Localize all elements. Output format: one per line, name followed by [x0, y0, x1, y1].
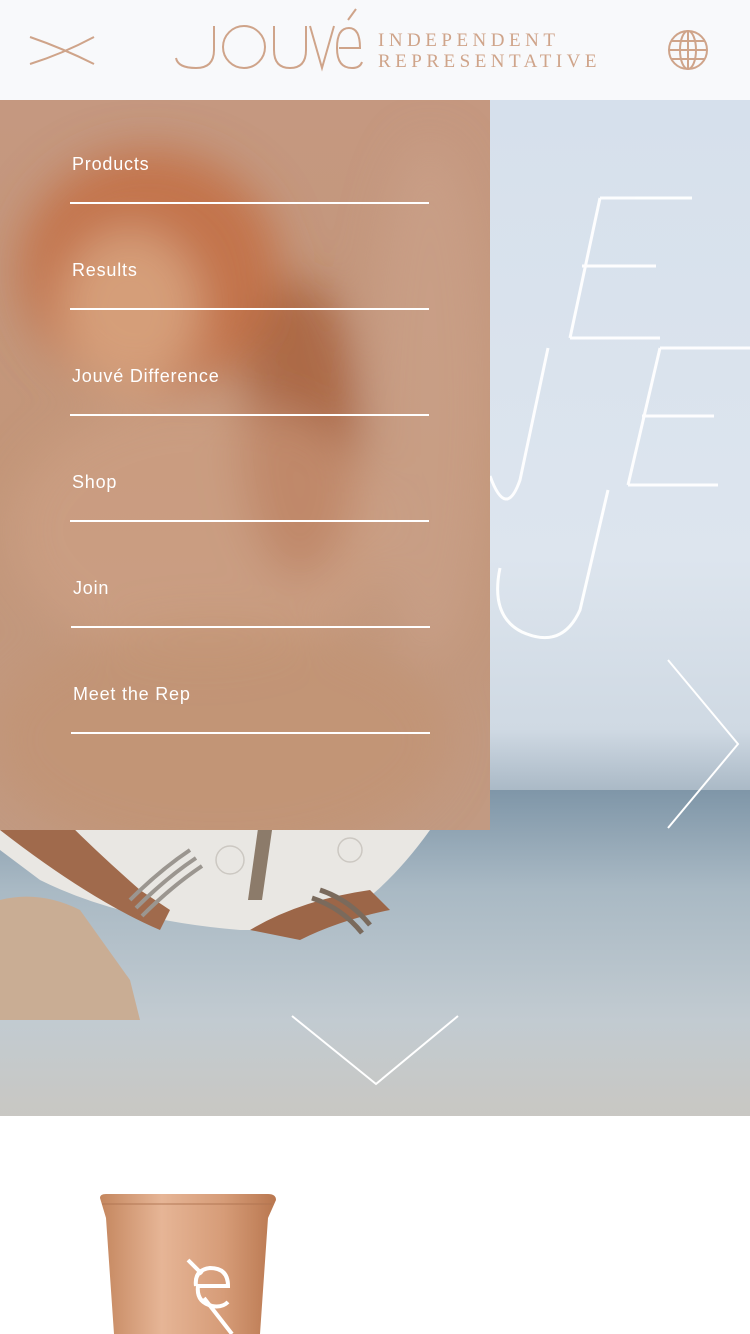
brand-logo[interactable]: [172, 6, 372, 76]
menu-item-shop[interactable]: Shop: [70, 418, 430, 524]
tagline-line-2: REPRESENTATIVE: [378, 51, 601, 72]
product-tube-image[interactable]: [92, 1194, 282, 1334]
chevron-right-icon: [667, 659, 740, 829]
menu-item-products[interactable]: Products: [70, 100, 430, 206]
jouve-logo-mark: [175, 8, 363, 72]
scroll-down-button[interactable]: [288, 1012, 462, 1088]
close-x-icon: [29, 36, 95, 65]
globe-icon: [668, 30, 708, 70]
menu-divider: [71, 626, 430, 628]
menu-item-label: Meet the Rep: [73, 684, 191, 704]
menu-item-label: Results: [72, 260, 138, 280]
menu-item-label: Shop: [72, 472, 118, 492]
menu-divider: [70, 520, 429, 522]
menu-item-results[interactable]: Results: [70, 206, 430, 312]
product-section: [0, 1116, 750, 1334]
menu-item-label: Jouvé Difference: [72, 366, 220, 386]
navigation-menu: Products Results Jouvé Difference Shop J…: [0, 100, 490, 830]
language-button[interactable]: [666, 28, 710, 72]
chevron-down-icon: [291, 1015, 459, 1086]
menu-divider: [71, 732, 430, 734]
tagline-line-1: INDEPENDENT: [378, 30, 560, 51]
menu-list: Products Results Jouvé Difference Shop J…: [0, 100, 490, 830]
close-menu-button[interactable]: [28, 34, 96, 68]
menu-item-meet-the-rep[interactable]: Meet the Rep: [71, 630, 431, 736]
tagline: INDEPENDENT REPRESENTATIVE: [378, 30, 601, 72]
site-header: INDEPENDENT REPRESENTATIVE: [0, 0, 750, 100]
menu-item-jouve-difference[interactable]: Jouvé Difference: [70, 312, 430, 418]
next-slide-button[interactable]: [664, 658, 744, 830]
menu-item-join[interactable]: Join: [71, 524, 431, 630]
menu-divider: [70, 308, 429, 310]
menu-divider: [70, 202, 429, 204]
menu-divider: [70, 414, 429, 416]
menu-item-label: Products: [72, 154, 150, 174]
hero-decorative-letters: [488, 196, 750, 640]
menu-item-label: Join: [73, 578, 110, 598]
